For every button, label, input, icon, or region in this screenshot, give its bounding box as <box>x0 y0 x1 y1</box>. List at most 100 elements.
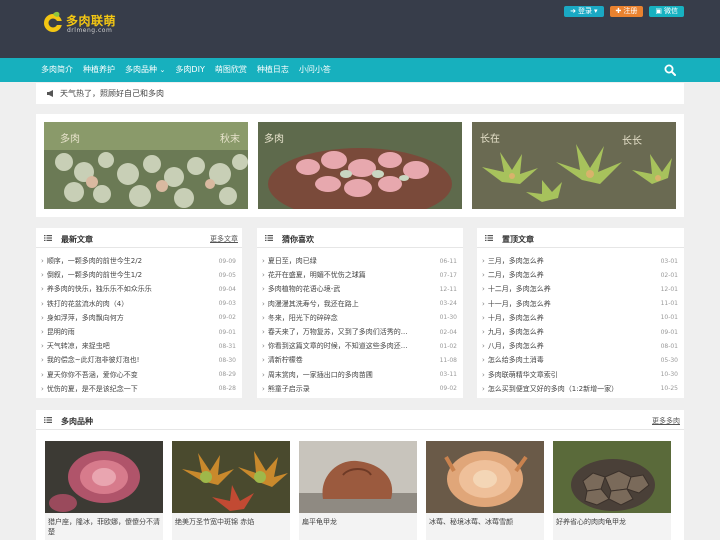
list-item[interactable]: 多肉联萌精华文章索引 10-30 <box>482 368 678 382</box>
article-title[interactable]: 九月，多肉怎么养 <box>482 327 544 337</box>
list-item[interactable]: 二月，多肉怎么养 02-01 <box>482 268 678 282</box>
article-date: 01-02 <box>439 342 457 350</box>
login-button[interactable]: ➜ 登录 ▾ <box>564 6 604 17</box>
article-title[interactable]: 顺序，一颗多肉的前世今生2/2 <box>41 256 142 266</box>
list-item[interactable]: 养多肉的快乐，独乐乐不如众乐乐 09-04 <box>41 282 236 296</box>
article-date: 08-29 <box>218 371 236 379</box>
recommended-panel: 猜你喜欢 夏日至，肉已绿 06-11 花开在盛夏，明媚不忧伤之球篇 07-17 多肉植物… <box>257 228 463 398</box>
article-title[interactable]: 养多肉的快乐，独乐乐不如众乐乐 <box>41 284 152 294</box>
article-title[interactable]: 三月，多肉怎么养 <box>482 256 544 266</box>
article-title[interactable]: 夏日至，肉已绿 <box>262 256 317 266</box>
list-item[interactable]: 熊童子启示录 09-02 <box>262 382 457 396</box>
list-item[interactable]: 天气转凉，来捉虫吧 08-31 <box>41 339 236 353</box>
list-item[interactable]: 身如浮萍，多肉飘向何方 09-02 <box>41 311 236 325</box>
nav-item-care[interactable]: 种植养护 <box>83 58 115 82</box>
list-item[interactable]: 九月，多肉怎么养 09-01 <box>482 325 678 339</box>
list-item[interactable]: 冬来，阳光下的碎碎念 01-30 <box>262 311 457 325</box>
chevron-down-icon: ⌄ <box>159 66 166 74</box>
list-item[interactable]: 夏日至，肉已绿 06-11 <box>262 254 457 268</box>
article-title[interactable]: 周末赏肉，一家插出口的多肉苗圃 <box>262 370 373 380</box>
list-item[interactable]: 周末赏肉，一家插出口的多肉苗圃 03-11 <box>262 368 457 382</box>
green-succulent-rosettes-photo: 长在 长长 <box>472 122 676 209</box>
more-varieties-link[interactable]: 更多多肉 <box>652 416 680 426</box>
article-title[interactable]: 八月，多肉怎么养 <box>482 341 544 351</box>
variety-card[interactable]: 猎户座，隆冰，菲欧娜，傻傻分不清楚 <box>45 441 163 540</box>
wechat-button[interactable]: ▣ 微信 <box>649 6 684 17</box>
article-title[interactable]: 昆明的雨 <box>41 327 75 337</box>
list-item[interactable]: 十二月，多肉怎么养 12-01 <box>482 282 678 296</box>
article-list: 顺序，一颗多肉的前世今生2/2 09-09 倒叙，一颗多肉的前世今生1/2 09-05… <box>41 254 236 396</box>
register-button[interactable]: ✚ 注册 <box>609 6 644 17</box>
article-title[interactable]: 二月，多肉怎么养 <box>482 270 544 280</box>
variety-caption: 绝美万圣节宽中斑锦 赤焰 <box>175 518 255 526</box>
list-item[interactable]: 花开在盛夏，明媚不忧伤之球篇 07-17 <box>262 268 457 282</box>
list-item[interactable]: 你看到这篇文章的时候，不知道这些多肉还... 01-02 <box>262 339 457 353</box>
article-list: 夏日至，肉已绿 06-11 花开在盛夏，明媚不忧伤之球篇 07-17 多肉植物的花语心境… <box>262 254 457 396</box>
article-date: 09-04 <box>218 285 236 293</box>
list-item[interactable]: 多肉植物的花语心境-武 12-11 <box>262 282 457 296</box>
banner-image-3[interactable]: 长在 长长 <box>472 122 676 209</box>
article-title[interactable]: 熊童子启示录 <box>262 384 310 394</box>
nav-item-qa[interactable]: 小问小答 <box>299 58 331 82</box>
nav-item-gallery[interactable]: 萌图欣赏 <box>215 58 247 82</box>
list-item[interactable]: 春天来了，万物复苏，又到了多肉们活秀的... 02-04 <box>262 325 457 339</box>
article-title[interactable]: 十一月，多肉怎么养 <box>482 299 551 309</box>
article-title[interactable]: 我的偿念~此灯泡非彼灯泡也! <box>41 355 140 365</box>
list-item[interactable]: 怎么买到便宜又好的多肉（1:2新增一家） 10-25 <box>482 382 678 396</box>
list-item[interactable]: 三月，多肉怎么养 03-01 <box>482 254 678 268</box>
panel-title: 猜你喜欢 <box>282 235 314 244</box>
article-title[interactable]: 身如浮萍，多肉飘向何方 <box>41 313 124 323</box>
list-item[interactable]: 八月，多肉怎么养 08-01 <box>482 339 678 353</box>
caudex-plant-photo <box>299 441 417 513</box>
article-title[interactable]: 怎么给多肉土消毒 <box>482 355 544 365</box>
variety-card[interactable]: 好养省心的肉肉龟甲龙 <box>553 441 671 540</box>
article-date: 08-31 <box>218 342 236 350</box>
list-item[interactable]: 我的偿念~此灯泡非彼灯泡也! 08-30 <box>41 353 236 367</box>
nav-item-diary[interactable]: 种植日志 <box>257 58 289 82</box>
article-title[interactable]: 花开在盛夏，明媚不忧伤之球篇 <box>262 270 366 280</box>
list-item[interactable]: 夏天你你不吾涵，爱你心不变 08-29 <box>41 368 236 382</box>
article-title[interactable]: 倒叙，一颗多肉的前世今生1/2 <box>41 270 142 280</box>
list-item[interactable]: 清新柠檬卷 11-08 <box>262 353 457 367</box>
banner-image-1[interactable]: 多肉 秋末 <box>44 122 248 209</box>
variety-card[interactable]: 冰莓、秘境冰莓、冰莓雪颜 <box>426 441 544 540</box>
panel-title: 最新文章 <box>61 235 93 244</box>
article-title[interactable]: 天气转凉，来捉虫吧 <box>41 341 110 351</box>
article-date: 03-11 <box>439 371 457 379</box>
nav-item-diy[interactable]: 多肉DIY <box>175 58 204 82</box>
banner-watermark-left: 多肉 <box>60 132 80 145</box>
search-icon[interactable] <box>664 64 676 76</box>
variety-card[interactable]: 扁平龟甲龙 <box>299 441 417 540</box>
list-item[interactable]: 怎么给多肉土消毒 05-30 <box>482 353 678 367</box>
banner-image-2[interactable]: 多肉 <box>258 122 462 209</box>
list-item[interactable]: 昆明的雨 09-01 <box>41 325 236 339</box>
article-title[interactable]: 铁打的花盆流水的肉（4） <box>41 299 128 309</box>
list-item[interactable]: 倒叙，一颗多肉的前世今生1/2 09-05 <box>41 268 236 282</box>
article-title[interactable]: 春天来了，万物复苏，又到了多肉们活秀的... <box>262 327 408 337</box>
article-title[interactable]: 十二月，多肉怎么养 <box>482 284 551 294</box>
article-title[interactable]: 冬来，阳光下的碎碎念 <box>262 313 338 323</box>
list-item[interactable]: 十一月，多肉怎么养 11-01 <box>482 297 678 311</box>
article-title[interactable]: 忧伤的夏，是不是该纪念一下 <box>41 384 138 394</box>
list-item[interactable]: 忧伤的夏，是不是该纪念一下 08-28 <box>41 382 236 396</box>
variety-card[interactable]: 绝美万圣节宽中斑锦 赤焰 <box>172 441 290 540</box>
more-articles-link[interactable]: 更多文章 <box>210 234 238 244</box>
list-item[interactable]: 肉漫漫其洗寿兮，我还在路上 03-24 <box>262 297 457 311</box>
list-icon <box>44 417 52 423</box>
article-title[interactable]: 你看到这篇文章的时候，不知道这些多肉还... <box>262 341 408 351</box>
article-title[interactable]: 肉漫漫其洗寿兮，我还在路上 <box>262 299 359 309</box>
article-title[interactable]: 清新柠檬卷 <box>262 355 303 365</box>
article-title[interactable]: 多肉植物的花语心境-武 <box>262 284 341 294</box>
nav-item-intro[interactable]: 多肉简介 <box>41 58 73 82</box>
article-title[interactable]: 多肉联萌精华文章索引 <box>482 370 558 380</box>
article-title[interactable]: 夏天你你不吾涵，爱你心不变 <box>41 370 138 380</box>
article-title[interactable]: 十月，多肉怎么养 <box>482 313 544 323</box>
list-item[interactable]: 顺序，一颗多肉的前世今生2/2 09-09 <box>41 254 236 268</box>
red-green-rosettes-photo <box>172 441 290 513</box>
list-item[interactable]: 铁打的花盆流水的肉（4） 09-03 <box>41 297 236 311</box>
article-date: 09-09 <box>218 257 236 265</box>
site-logo[interactable]: 多肉联萌 drlmeng.com <box>42 11 132 37</box>
nav-item-varieties[interactable]: 多肉品种 ⌄ <box>125 58 165 82</box>
list-item[interactable]: 十月，多肉怎么养 10-01 <box>482 311 678 325</box>
article-title[interactable]: 怎么买到便宜又好的多肉（1:2新增一家） <box>482 384 618 394</box>
